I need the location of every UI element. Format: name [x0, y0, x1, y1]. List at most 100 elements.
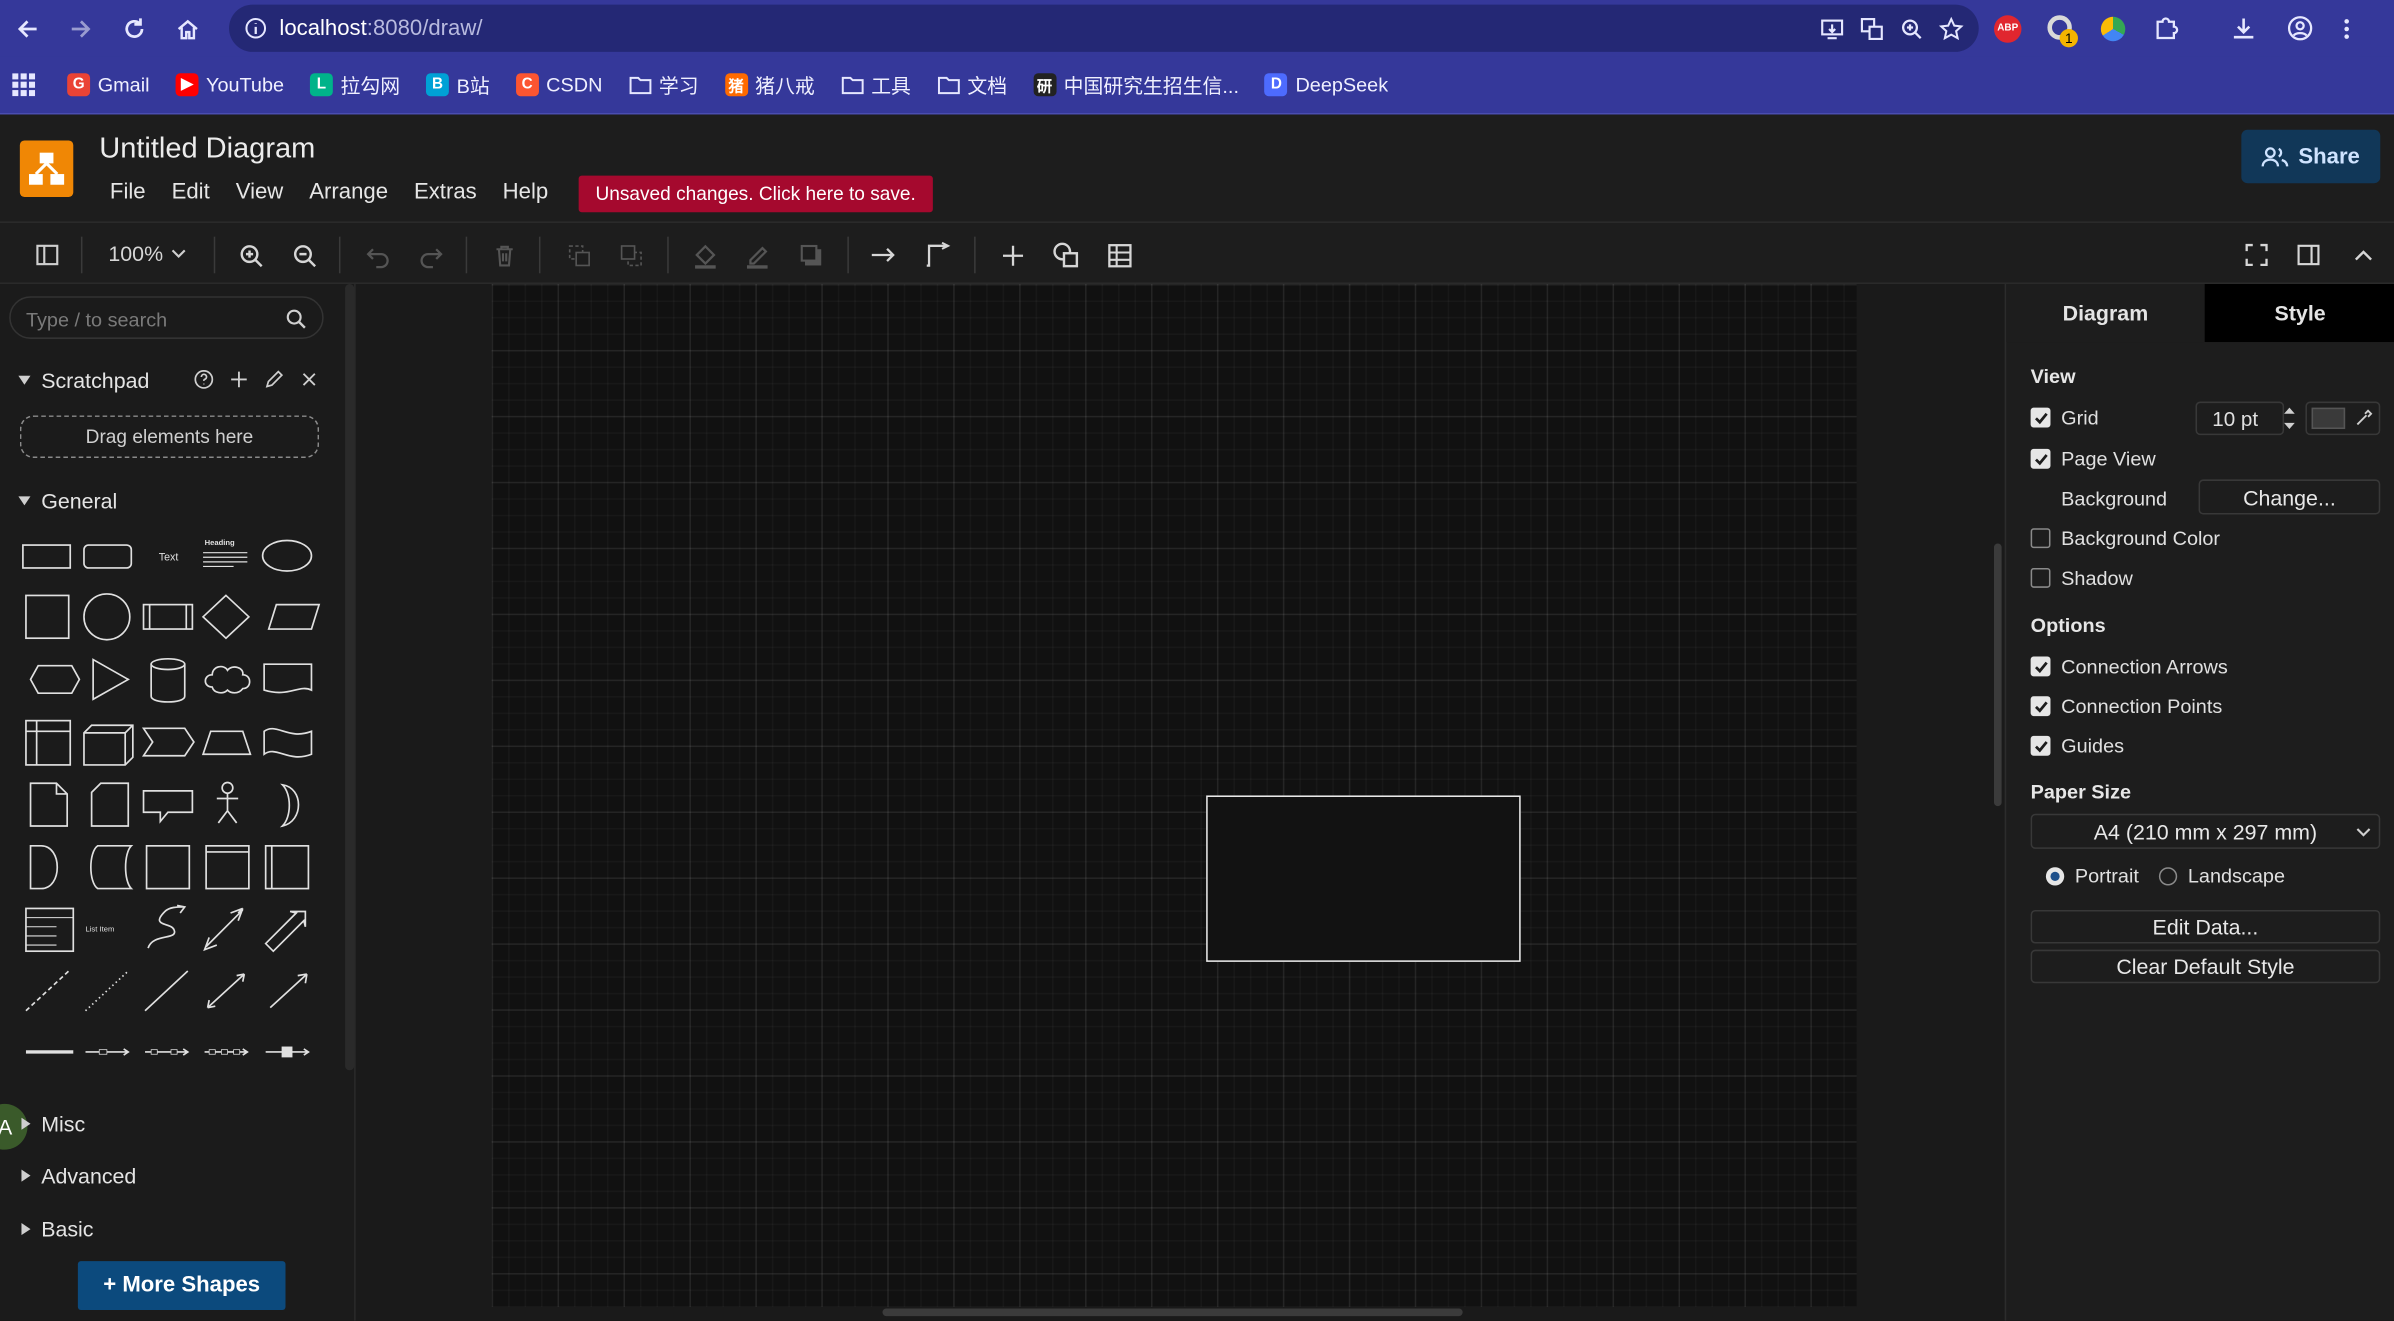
menu-help[interactable]: Help [503, 180, 549, 204]
step-shape[interactable] [141, 727, 195, 757]
tab-diagram[interactable]: Diagram [2006, 283, 2205, 343]
address-bar[interactable]: localhost:8080/draw/ [229, 4, 1979, 52]
arrow-shape[interactable] [264, 910, 307, 953]
scratchpad-dropzone[interactable]: Drag elements here [19, 415, 320, 459]
extensions-puzzle-icon[interactable] [2153, 15, 2179, 41]
zoom-icon[interactable] [1899, 16, 1923, 40]
shadow-checkbox[interactable] [2030, 567, 2051, 588]
extension-badge-icon[interactable]: 1 [2047, 14, 2078, 47]
parallelogram-shape[interactable] [267, 603, 321, 630]
menu-extras[interactable]: Extras [414, 180, 477, 204]
browser-menu-icon[interactable] [2342, 16, 2351, 40]
unsaved-changes-button[interactable]: Unsaved changes. Click here to save. [578, 175, 933, 213]
bookmark-item[interactable]: 文档 [937, 70, 1007, 99]
home-icon[interactable] [165, 6, 211, 52]
close-icon[interactable] [299, 369, 319, 389]
insert-plus-icon[interactable] [995, 238, 1029, 272]
zoom-select[interactable]: 100% [108, 241, 186, 266]
portrait-radio[interactable] [2045, 866, 2065, 885]
fullscreen-icon[interactable] [2240, 238, 2274, 272]
general-header[interactable]: General [18, 489, 117, 513]
or-shape[interactable] [279, 783, 300, 828]
zoom-in-icon[interactable] [234, 238, 268, 272]
misc-header[interactable]: Misc [21, 1112, 85, 1136]
waypoints-icon[interactable] [921, 238, 955, 272]
diamond-shape[interactable] [201, 594, 251, 640]
ellipse-shape[interactable] [261, 539, 313, 572]
guides-checkbox[interactable] [2030, 735, 2051, 756]
horizontal-scrollbar[interactable] [882, 1308, 1463, 1317]
colorful-extension-icon[interactable] [2100, 16, 2126, 41]
edit-data-button[interactable]: Edit Data... [2030, 909, 2381, 944]
menu-file[interactable]: File [110, 180, 146, 204]
add-icon[interactable] [229, 369, 249, 389]
data-storage-shape[interactable] [90, 845, 134, 890]
grid-size-input[interactable]: 10 pt [2195, 401, 2285, 436]
line-shape[interactable] [144, 970, 189, 1012]
site-info-icon[interactable] [244, 17, 267, 40]
download-icon[interactable] [2231, 15, 2257, 41]
rectangle-shape[interactable] [22, 544, 72, 569]
grid-size-stepper[interactable] [2283, 405, 2297, 432]
change-background-button[interactable]: Change... [2198, 479, 2381, 515]
advanced-header[interactable]: Advanced [21, 1163, 136, 1188]
connector-with-label-shape[interactable] [85, 1048, 130, 1056]
reload-icon[interactable] [111, 6, 157, 52]
to-back-icon[interactable] [614, 238, 648, 272]
back-icon[interactable] [5, 6, 51, 52]
bookmark-item[interactable]: C CSDN [515, 73, 602, 97]
bookmark-item[interactable]: 工具 [841, 70, 911, 99]
translate-icon[interactable] [1860, 16, 1884, 40]
landscape-radio[interactable] [2158, 866, 2178, 885]
menu-arrange[interactable]: Arrange [309, 180, 388, 204]
vertical-scrollbar[interactable] [1993, 543, 2002, 807]
cube-shape[interactable] [83, 724, 134, 766]
directional-connector-shape[interactable] [269, 973, 308, 1009]
bookmark-item[interactable]: ▶ YouTube [175, 73, 284, 97]
note-shape[interactable] [29, 782, 69, 827]
bookmark-item[interactable]: 研中国研究生招生信... [1033, 70, 1239, 99]
swimlane-shape[interactable] [264, 845, 310, 890]
paper-size-select[interactable]: A4 (210 mm x 297 mm) [2030, 813, 2381, 849]
actor-shape[interactable] [216, 781, 239, 824]
background-color-checkbox[interactable] [2030, 528, 2051, 549]
apps-grid-icon[interactable] [12, 73, 36, 97]
process-shape[interactable] [142, 603, 194, 630]
dotted-line-shape[interactable] [84, 970, 129, 1012]
dashed-line-shape[interactable] [25, 970, 70, 1012]
format-panel-toggle-icon[interactable] [31, 238, 65, 272]
connection-arrows-checkbox[interactable] [2030, 656, 2051, 677]
diagram-title[interactable]: Untitled Diagram [99, 133, 315, 167]
delete-icon[interactable] [487, 238, 521, 272]
edit-pencil-icon[interactable] [264, 369, 284, 389]
and-shape[interactable] [29, 845, 59, 890]
bidirectional-connector-shape[interactable] [206, 973, 246, 1009]
more-shapes-button[interactable]: + More Shapes [77, 1261, 286, 1310]
list-container-shape[interactable] [205, 845, 250, 890]
curve-shape[interactable] [147, 904, 187, 949]
collapse-chevron-up-icon[interactable] [2347, 238, 2381, 272]
tab-style[interactable]: Style [2204, 283, 2394, 343]
square-shape[interactable] [25, 594, 70, 640]
scratchpad-header[interactable]: Scratchpad [18, 368, 149, 392]
toggle-format-panel-icon[interactable] [2292, 238, 2326, 272]
line-color-icon[interactable] [740, 238, 774, 272]
undo-icon[interactable] [360, 238, 394, 272]
menu-edit[interactable]: Edit [172, 180, 210, 204]
redo-icon[interactable] [414, 238, 448, 272]
connector-with-3-labels-shape[interactable] [204, 1048, 249, 1056]
heading-textbox-shape[interactable]: Heading [203, 538, 248, 568]
connector-with-symbol-shape[interactable] [265, 1046, 310, 1058]
insert-shape-icon[interactable] [1049, 238, 1083, 272]
rectangle-cell[interactable] [1206, 795, 1521, 962]
profile-icon[interactable] [2287, 15, 2313, 41]
diagram-page[interactable] [491, 283, 1857, 1307]
sidebar-scrollbar[interactable] [345, 283, 355, 1071]
shape-search-input[interactable]: Type / to search [9, 296, 324, 339]
connection-arrow-icon[interactable] [867, 238, 901, 272]
connection-points-checkbox[interactable] [2030, 696, 2051, 717]
text-shape[interactable]: Text [159, 551, 179, 563]
bookmark-star-icon[interactable] [1939, 16, 1964, 40]
bookmark-item[interactable]: 猪猪八戒 [724, 70, 815, 99]
install-app-icon[interactable] [1820, 16, 1844, 40]
